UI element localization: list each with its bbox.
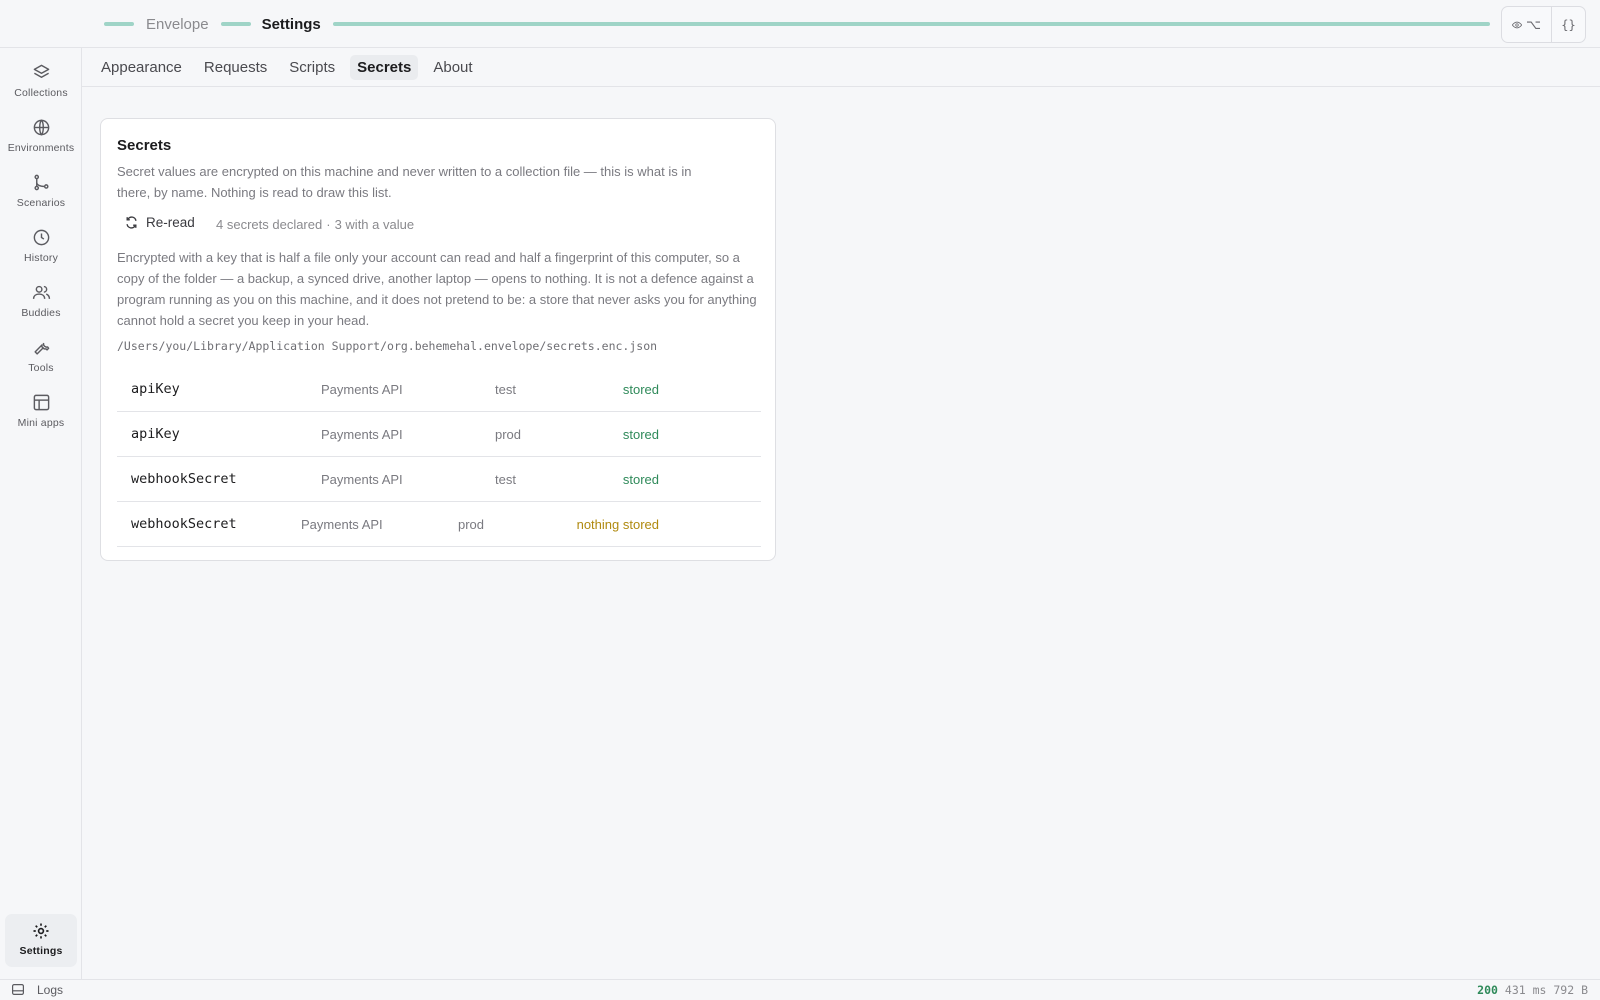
sidebar-item-environments[interactable]: Environments	[5, 116, 77, 166]
table-row: webhookSecret Payments API test stored	[117, 457, 761, 502]
users-icon	[32, 285, 50, 299]
sidebar-item-history[interactable]: History	[5, 226, 77, 276]
secret-name: webhookSecret	[131, 516, 237, 532]
sidebar-item-label: Settings	[19, 945, 63, 957]
top-actions: ⌥ {}	[1501, 6, 1586, 43]
breadcrumb-divider	[104, 22, 134, 26]
secret-status: stored	[622, 471, 659, 487]
tab-appearance[interactable]: Appearance	[94, 55, 189, 80]
branch-icon	[33, 174, 49, 191]
option-key-label: ⌥	[1526, 16, 1541, 32]
sidebar-item-mini-apps[interactable]: Mini apps	[5, 391, 77, 441]
secrets-table: apiKey Payments API test stored apiKey P…	[117, 367, 761, 547]
sidebar-item-label: History	[23, 252, 59, 264]
tab-scripts[interactable]: Scripts	[282, 55, 342, 80]
response-time: 431 ms	[1504, 983, 1547, 997]
reread-button[interactable]: Re-read	[125, 215, 195, 230]
secrets-title: Secrets	[117, 137, 172, 154]
secret-collection: Payments API	[301, 516, 383, 532]
breadcrumb-divider	[220, 22, 251, 26]
status-bar: Logs 200 431 ms 792 B	[0, 979, 1600, 1000]
response-summary: 200 431 ms 792 B	[1477, 983, 1588, 997]
secret-environment: prod	[458, 516, 485, 532]
count-separator: ·	[326, 217, 331, 232]
sidebar-item-label: Tools	[28, 362, 54, 374]
response-size: 792 B	[1553, 983, 1588, 997]
secrets-card: Secrets Secret values are encrypted on t…	[100, 118, 776, 561]
layers-icon	[33, 64, 49, 78]
breadcrumb-app[interactable]: Envelope	[146, 16, 209, 33]
table-row: webhookSecret Payments API prod nothing …	[117, 502, 761, 547]
preview-toggle-button[interactable]: ⌥	[1502, 7, 1552, 42]
tab-secrets[interactable]: Secrets	[350, 54, 419, 80]
sidebar-item-scenarios[interactable]: Scenarios	[5, 171, 77, 221]
secrets-counts: 4 secrets declared · 3 with a value	[216, 217, 414, 232]
sidebar-item-label: Mini apps	[17, 417, 65, 429]
title-bar: Envelope Settings ⌥ {}	[0, 0, 1600, 48]
secret-environment: prod	[495, 426, 522, 442]
status-code: 200	[1477, 983, 1498, 997]
sidebar: Collections Environments Scenarios Histo…	[0, 48, 82, 979]
breadcrumb: Envelope Settings	[104, 0, 1490, 48]
sidebar-item-tools[interactable]: Tools	[5, 336, 77, 386]
sidebar-item-label: Buddies	[21, 307, 61, 319]
table-row: apiKey Payments API test stored	[117, 367, 761, 412]
secrets-description: Secret values are encrypted on this mach…	[117, 164, 692, 200]
tab-requests[interactable]: Requests	[197, 55, 274, 80]
secret-status: nothing stored	[576, 516, 659, 532]
sidebar-item-settings[interactable]: Settings	[5, 914, 77, 967]
secret-name: apiKey	[131, 381, 180, 397]
settings-tabs: Appearance Requests Scripts Secrets Abou…	[82, 48, 1600, 87]
logs-toggle[interactable]: Logs	[37, 983, 63, 997]
breadcrumb-divider	[332, 22, 1490, 26]
reread-label: Re-read	[146, 215, 195, 230]
value-count: 3 with a value	[334, 217, 415, 232]
secret-collection: Payments API	[321, 426, 403, 442]
panel-icon[interactable]	[12, 984, 24, 995]
secret-collection: Payments API	[321, 381, 403, 397]
secret-environment: test	[495, 471, 516, 487]
sidebar-item-label: Collections	[14, 87, 68, 99]
sidebar-item-buddies[interactable]: Buddies	[5, 281, 77, 331]
clock-icon	[33, 229, 49, 246]
wrench-icon	[33, 342, 49, 355]
secret-environment: test	[495, 381, 516, 397]
secrets-file-path: /Users/you/Library/Application Support/o…	[117, 339, 658, 353]
secret-name: webhookSecret	[131, 471, 237, 487]
layout-icon	[33, 394, 49, 411]
secret-status: stored	[622, 381, 659, 397]
declared-count: 4 secrets declared	[216, 217, 323, 232]
sidebar-item-label: Environments	[7, 142, 75, 154]
secret-collection: Payments API	[321, 471, 403, 487]
table-row: apiKey Payments API prod stored	[117, 412, 761, 457]
sidebar-item-label: Scenarios	[16, 197, 66, 209]
tab-about[interactable]: About	[426, 55, 479, 80]
eye-icon	[1512, 21, 1523, 28]
gear-icon	[33, 923, 49, 939]
globe-icon	[33, 119, 49, 136]
refresh-icon	[126, 216, 137, 229]
secret-status: stored	[622, 426, 659, 442]
sidebar-item-collections[interactable]: Collections	[5, 61, 77, 111]
encryption-note: Encrypted with a key that is half a file…	[117, 250, 757, 328]
secret-name: apiKey	[131, 426, 180, 442]
json-view-button[interactable]: {}	[1552, 7, 1585, 42]
page-title: Settings	[261, 15, 321, 33]
